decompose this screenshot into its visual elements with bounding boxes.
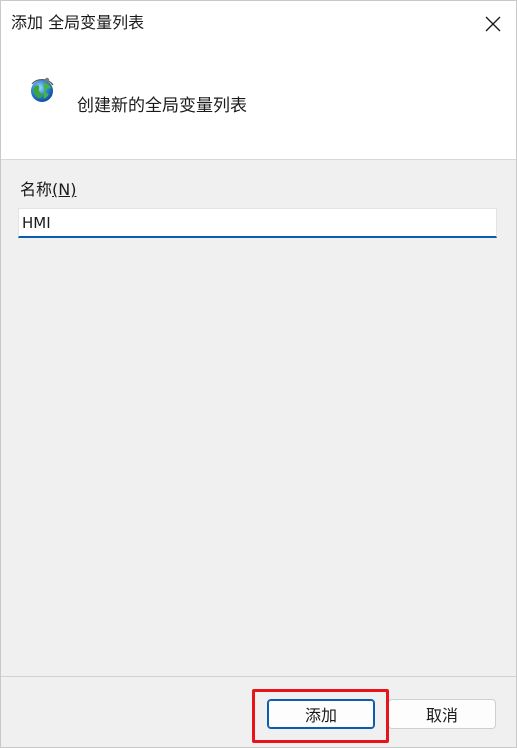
cancel-button[interactable]: 取消 <box>388 699 496 729</box>
title-bar: 添加 全局变量列表 <box>1 1 516 47</box>
dialog-title: 添加 全局变量列表 <box>11 13 145 32</box>
name-input[interactable] <box>18 208 497 238</box>
name-label-mnemonic: (N) <box>52 180 77 199</box>
globe-icon <box>31 77 54 102</box>
close-icon <box>485 16 501 32</box>
close-button[interactable] <box>470 1 516 47</box>
add-global-variable-list-dialog: 添加 全局变量列表 创建新的全局变量列表 名称(N) HMI 添加 取消 <box>0 0 517 748</box>
cancel-button-label: 取消 <box>425 706 458 725</box>
header-description: 创建新的全局变量列表 <box>77 96 247 116</box>
name-label-text: 名称 <box>20 180 53 199</box>
footer-divider <box>1 676 516 677</box>
add-button-label: 添加 <box>304 706 337 725</box>
dialog-header: 创建新的全局变量列表 <box>1 47 516 160</box>
add-button[interactable]: 添加 <box>267 699 375 729</box>
name-field-label: 名称(N) <box>20 179 76 201</box>
